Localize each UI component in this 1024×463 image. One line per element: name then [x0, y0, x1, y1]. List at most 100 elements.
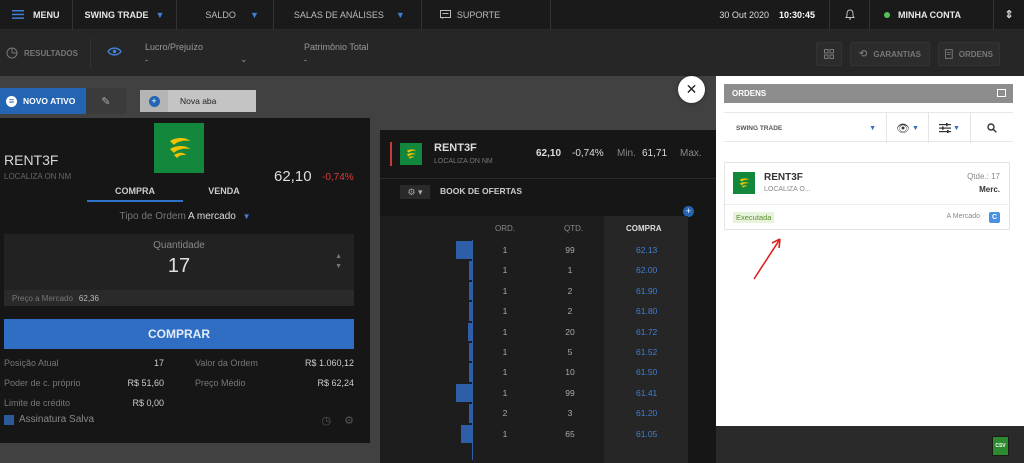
- ordens-label: ORDENS: [958, 49, 993, 59]
- book-cell-compra[interactable]: 61.50: [636, 367, 657, 377]
- refresh-icon: ⟲: [859, 48, 868, 60]
- quantity-label: Quantidade: [153, 240, 205, 251]
- online-status-icon: [884, 11, 890, 18]
- plus-icon: +: [148, 95, 160, 107]
- adjust-filter-button[interactable]: ▼: [929, 113, 971, 143]
- book-asset-name: LOCALIZA ON NM: [434, 158, 493, 165]
- expand-collapse-button[interactable]: ⇕: [994, 0, 1024, 30]
- saldo-dropdown[interactable]: SALDO ▼: [177, 0, 274, 30]
- ordens-button[interactable]: ORDENS: [938, 42, 1000, 66]
- comprar-button[interactable]: COMPRAR: [4, 319, 354, 349]
- book-cell-ord: 1: [502, 326, 508, 337]
- book-cell-compra[interactable]: 61.41: [636, 388, 657, 398]
- tab-label: Nova aba: [180, 96, 217, 106]
- menu-label: MENU: [33, 9, 60, 20]
- quantity-bar: [469, 404, 472, 423]
- book-cell-qtd: 1: [567, 265, 573, 276]
- book-cell-compra[interactable]: 61.72: [636, 327, 657, 337]
- menu-button[interactable]: MENU: [0, 0, 73, 30]
- tab-venda[interactable]: VENDA: [176, 186, 272, 202]
- book-price: 62,10: [536, 148, 562, 159]
- window-icon[interactable]: [997, 89, 1006, 97]
- workspace: ≡ NOVO ATIVO ✎ + Nova aba RENT3F LOCALIZ…: [0, 76, 716, 463]
- status-badge: Executada: [733, 212, 775, 223]
- edit-icon: ✎: [101, 95, 111, 108]
- book-cell-compra[interactable]: 61.20: [636, 408, 657, 418]
- book-cell-ord: 1: [502, 306, 508, 317]
- book-cell-ord: 1: [502, 285, 508, 296]
- book-cell-compra[interactable]: 62.13: [636, 245, 657, 255]
- book-cell-compra[interactable]: 61.80: [636, 306, 657, 316]
- time-display: 10:30:45: [775, 0, 830, 30]
- garantias-label: GARANTIAS: [873, 49, 921, 59]
- asset-ticker: RENT3F: [4, 152, 59, 168]
- resultados-button[interactable]: RESULTADOS: [6, 42, 78, 64]
- valor-label: Valor da Ordem: [195, 358, 258, 368]
- hamburger-icon: [12, 10, 24, 19]
- garantias-button[interactable]: ⟲ GARANTIAS: [850, 42, 930, 66]
- eye-icon: 👁: [896, 122, 911, 135]
- increment-icon[interactable]: ▲: [335, 252, 342, 262]
- search-button[interactable]: [971, 113, 1013, 143]
- edit-tab-button[interactable]: ✎: [86, 88, 126, 114]
- layout-grid-button[interactable]: [816, 42, 842, 66]
- suporte-button[interactable]: SUPORTE: [422, 0, 552, 30]
- book-cell-qtd: 5: [567, 347, 573, 357]
- order-type-selector[interactable]: Tipo de Ordem A mercado ▼: [0, 211, 370, 222]
- book-cell-qtd: 20: [565, 326, 575, 337]
- mode-label: SWING TRADE: [84, 9, 149, 20]
- salas-dropdown[interactable]: SALAS DE ANÁLISES ▼: [274, 0, 422, 30]
- book-cell-compra[interactable]: 61.90: [636, 286, 657, 296]
- decrement-icon[interactable]: ▼: [335, 262, 342, 272]
- notifications-button[interactable]: [830, 0, 870, 30]
- close-panel-button[interactable]: ✕: [678, 76, 705, 103]
- book-cell-ord: 1: [502, 245, 508, 255]
- new-asset-button[interactable]: ≡ NOVO ATIVO: [0, 88, 86, 114]
- lucro-value: -: [145, 55, 148, 65]
- eye-icon[interactable]: [107, 47, 122, 56]
- top-bar: MENU SWING TRADE ▼ SALDO ▼ SALAS DE ANÁL…: [0, 0, 1024, 30]
- order-card[interactable]: RENT3F LOCALIZA O... Qtde.: 17 Merc. Exe…: [724, 162, 1010, 230]
- localiza-logo-icon: [170, 138, 190, 158]
- medio-label: Preço Médio: [195, 378, 246, 388]
- csv-export-icon[interactable]: CSV: [992, 436, 1009, 456]
- quantity-bar: [469, 302, 472, 321]
- tab-compra[interactable]: COMPRA: [87, 186, 183, 202]
- clock-icon[interactable]: ◷: [321, 415, 331, 427]
- book-min-value: 61,71: [642, 148, 668, 159]
- quantity-bar: [456, 383, 472, 403]
- account-label: MINHA CONTA: [898, 9, 961, 20]
- valor-value: R$ 1.060,12: [304, 358, 354, 368]
- order-ticker: RENT3F: [764, 172, 803, 183]
- quantity-bar: [468, 322, 472, 341]
- orders-panel: ORDENS SWING TRADE ▼ 👁 ▼ ▼ RENT3F LOCALIZ…: [716, 76, 1024, 426]
- book-settings-button[interactable]: ⚙ ▾: [400, 185, 430, 199]
- account-button[interactable]: MINHA CONTA: [870, 0, 994, 30]
- mode-dropdown[interactable]: SWING TRADE ▼: [73, 0, 178, 30]
- tab-nova-aba[interactable]: + Nova aba: [140, 90, 256, 112]
- add-tab-button[interactable]: +: [140, 90, 168, 112]
- gear-icon[interactable]: ⚙: [344, 415, 354, 427]
- chevron-down-icon[interactable]: ⌄: [240, 54, 248, 65]
- book-cell-compra[interactable]: 62.00: [636, 265, 657, 275]
- book-cell-ord: 1: [502, 347, 508, 357]
- limite-value: R$ 0,00: [132, 398, 164, 408]
- close-icon: ✕: [685, 81, 698, 97]
- quantity-bar: [461, 424, 472, 443]
- quantity-input[interactable]: 17: [4, 255, 354, 278]
- visibility-filter-button[interactable]: 👁 ▼: [887, 113, 929, 143]
- book-cell-compra[interactable]: 61.05: [636, 429, 657, 439]
- book-cell-compra[interactable]: 61.52: [636, 347, 657, 357]
- asset-change: -0,74%: [322, 172, 354, 183]
- order-execution-type: A Mercado: [946, 213, 980, 220]
- mode-filter-select[interactable]: SWING TRADE ▼: [724, 113, 887, 143]
- posicao-value: 17: [153, 358, 164, 368]
- side-badge: C: [989, 212, 1000, 223]
- assinatura-checkbox[interactable]: Assinatura Salva: [4, 414, 94, 425]
- book-change: -0,74%: [572, 148, 604, 159]
- new-asset-label: NOVO ATIVO: [23, 96, 76, 106]
- book-cell-ord: 2: [502, 408, 508, 419]
- order-asset-name: LOCALIZA O...: [764, 186, 811, 193]
- sliders-icon: [939, 123, 952, 133]
- order-type-label: Tipo de Ordem: [119, 211, 186, 222]
